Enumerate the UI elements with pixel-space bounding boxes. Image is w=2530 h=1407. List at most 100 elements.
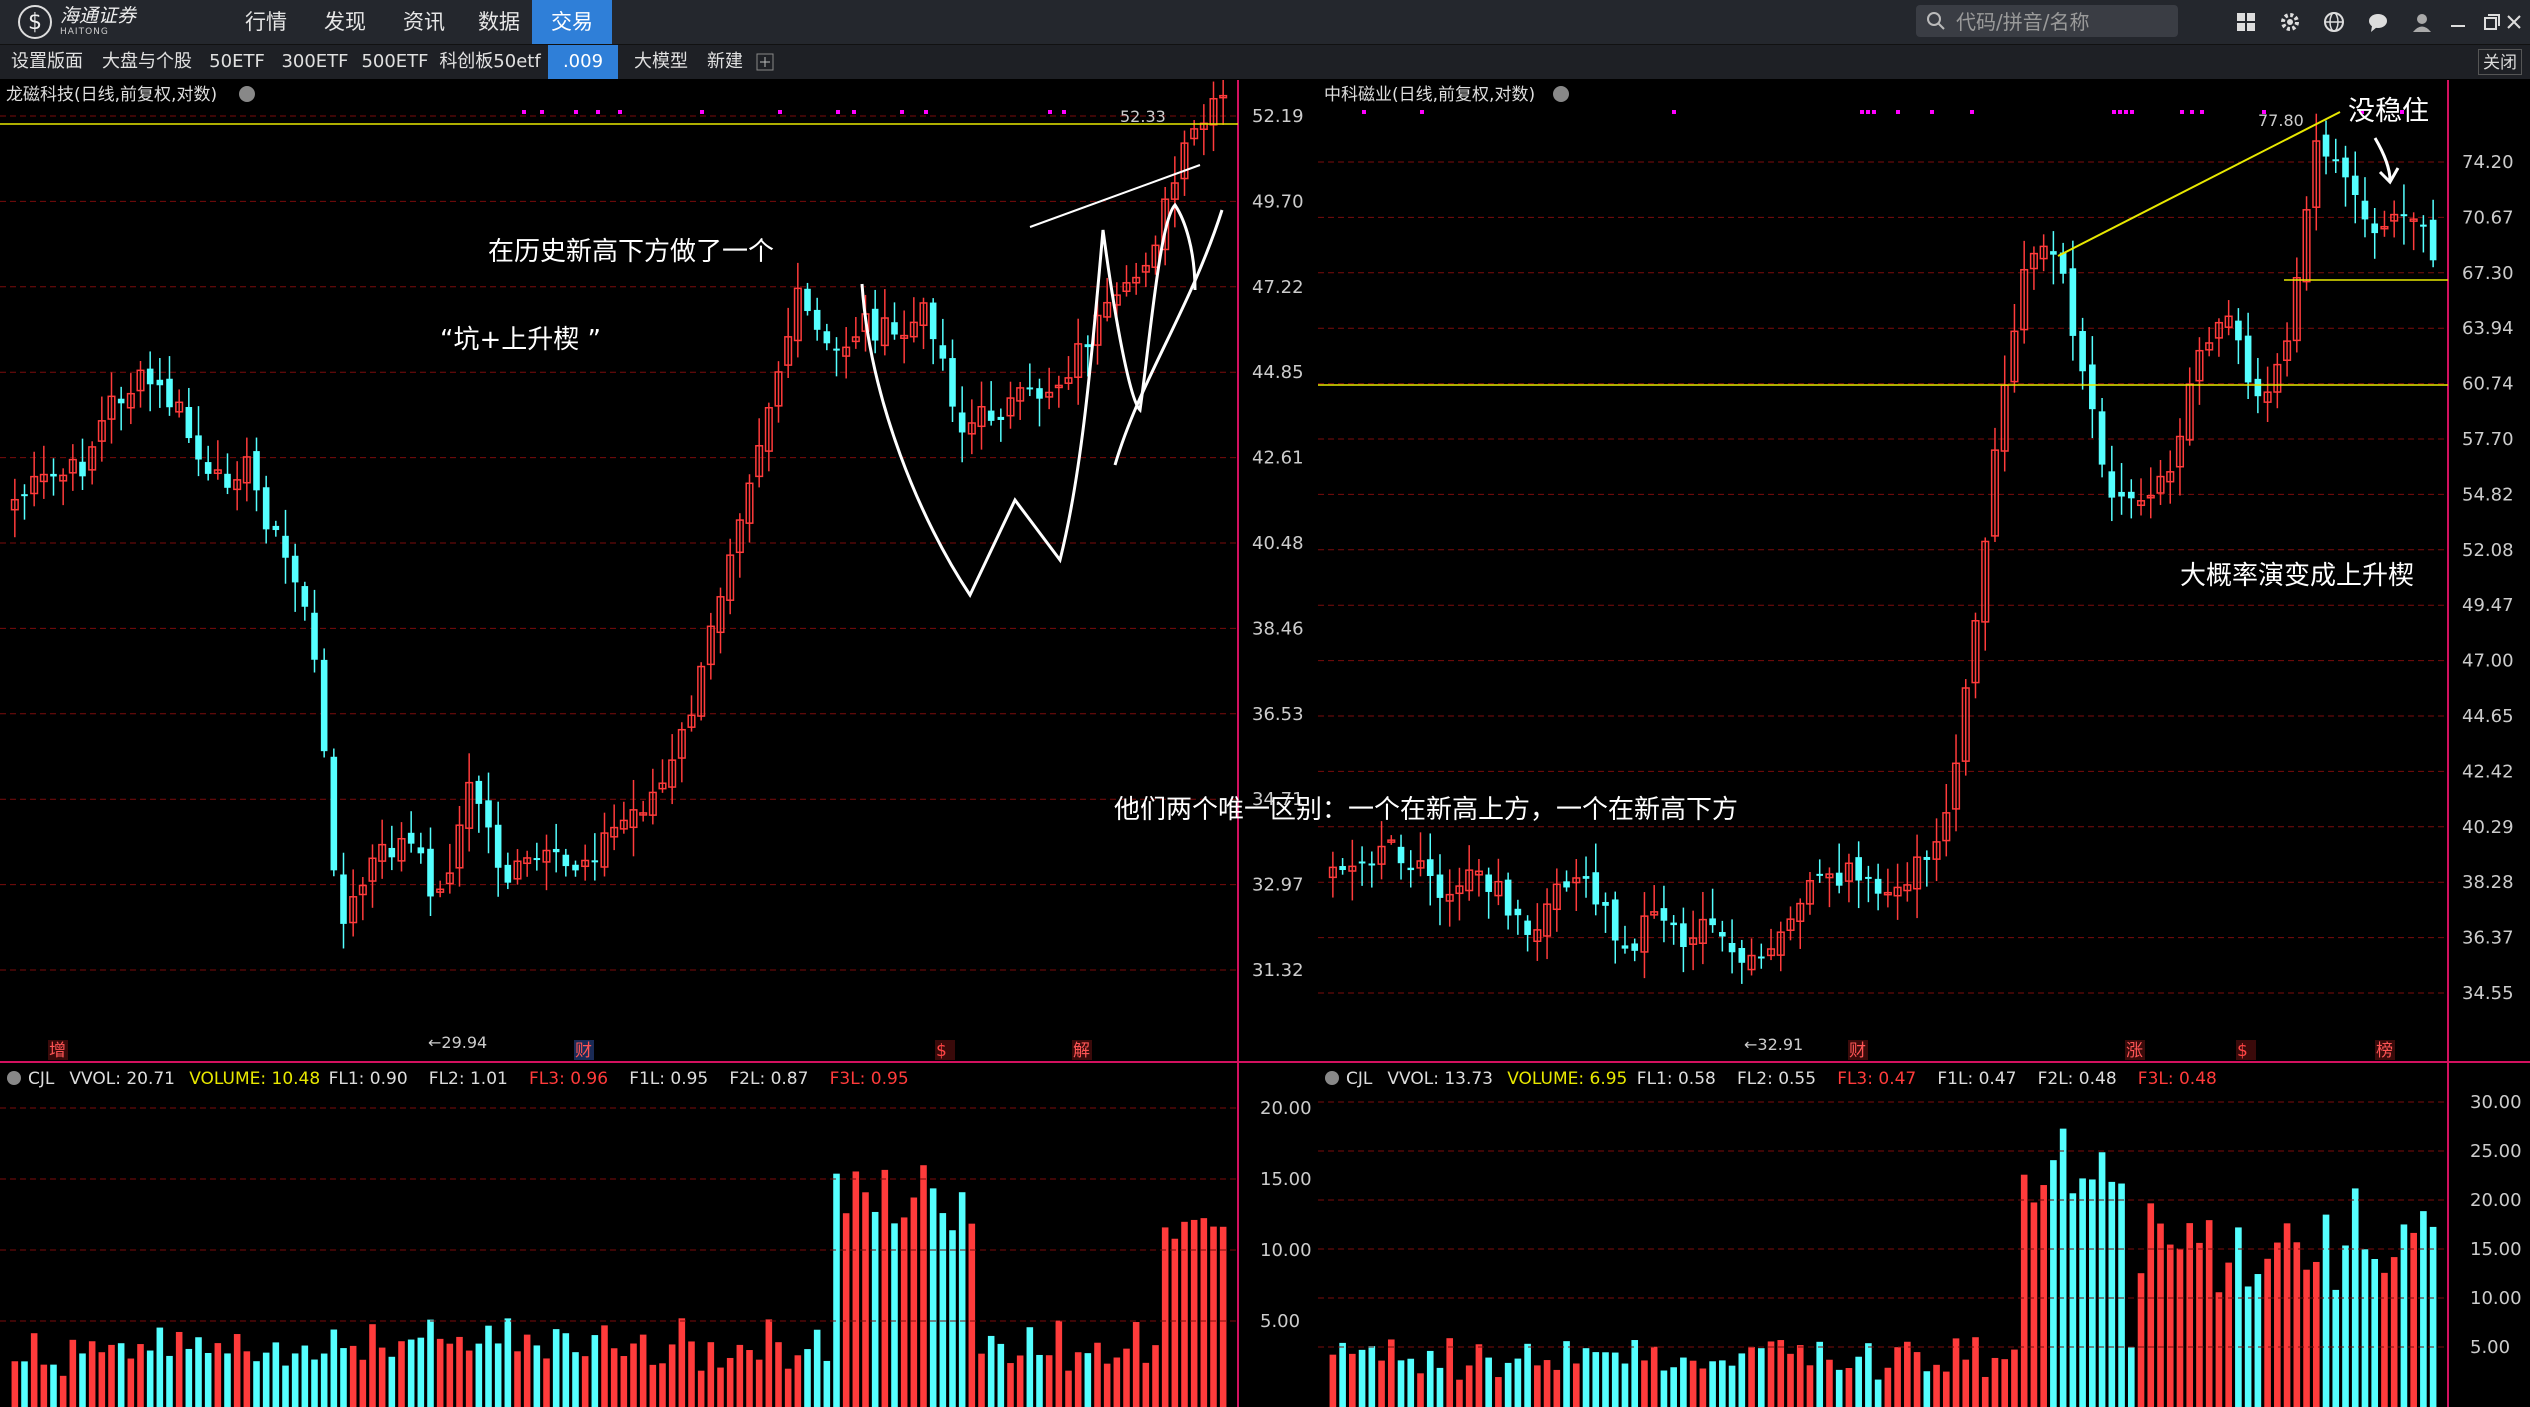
right-y-tick: 47.00 [2462, 651, 2514, 672]
candle-body [997, 416, 1005, 420]
candle-body [1485, 874, 1492, 892]
left-kline-panel[interactable]: 龙磁科技(日线,前复权,对数) 52.19 49.70 47.22 44.85 42.61… [0, 80, 1318, 1407]
left-y-tick: 32.97 [1252, 875, 1304, 896]
volume-bar [1074, 1352, 1082, 1407]
right-y-tick: 60.74 [2462, 374, 2514, 395]
volume-bar [195, 1337, 202, 1407]
nav-tab-2[interactable]: 资讯 [384, 0, 464, 44]
volume-bar [1719, 1360, 1726, 1407]
left-y-tick: 40.48 [1252, 533, 1304, 554]
candle-body [1358, 861, 1366, 864]
toolbar-item-8[interactable]: 新建 [703, 45, 747, 79]
signal-marker [1420, 110, 1424, 114]
volume-bar [862, 1192, 869, 1407]
left-volume-settings-icon[interactable] [7, 1071, 21, 1085]
volume-bar [572, 1352, 579, 1407]
volume-bar [1884, 1367, 1892, 1407]
volume-indicator-value: FL3: 0.47 [1837, 1069, 1916, 1089]
toolbar-item-6[interactable]: .009 [548, 45, 618, 79]
candle-body [1436, 874, 1444, 898]
search-box[interactable] [1916, 5, 2178, 37]
user-icon[interactable] [2408, 8, 2436, 36]
volume-bar [504, 1318, 512, 1407]
toolbar-item-2[interactable]: 50ETF [204, 45, 270, 79]
right-volume-settings-icon[interactable] [1325, 1071, 1339, 1085]
brand-logo[interactable]: $ 海通证券 HAITONG [18, 4, 136, 40]
volume-bar [1796, 1345, 1804, 1407]
volume-bar [775, 1342, 782, 1407]
volume-bar [514, 1351, 521, 1407]
volume-bar [21, 1361, 28, 1407]
volume-bar [1065, 1370, 1072, 1407]
volume-bar [1378, 1360, 1385, 1407]
nav-tab-3[interactable]: 数据 [464, 0, 534, 44]
volume-bar [1962, 1359, 1970, 1407]
toolbar-item-1[interactable]: 大盘与个股 [94, 45, 200, 79]
volume-bar [1748, 1346, 1755, 1407]
volume-bar [678, 1318, 686, 1407]
signal-marker [1930, 110, 1934, 114]
volume-indicator-value: FL1: 0.90 [329, 1069, 408, 1089]
volume-bar [1952, 1338, 1960, 1407]
volume-bar [1835, 1369, 1843, 1407]
minimize-icon[interactable] [2444, 8, 2472, 36]
gear-icon[interactable] [2276, 8, 2304, 36]
volume-bar [427, 1319, 434, 1407]
pit-drawing [860, 202, 1197, 599]
volume-bar [929, 1188, 937, 1407]
search-input[interactable] [1954, 9, 2168, 35]
nav-tab-1[interactable]: 发现 [306, 0, 384, 44]
toolbar-item-0[interactable]: 设置版面 [4, 45, 90, 79]
nav-tab-0[interactable]: 行情 [226, 0, 306, 44]
right-chart-settings-icon[interactable] [1553, 86, 1569, 102]
right-kline-panel[interactable]: 中科磁业(日线,前复权,对数) 74.20 70.67 67.30 63.94 60.74… [1318, 80, 2530, 1407]
candle-body [166, 378, 173, 408]
volume-bar [2361, 1249, 2369, 1407]
candle-body [552, 848, 560, 853]
signal-marker [1872, 110, 1876, 114]
volume-bar [794, 1355, 802, 1407]
volume-bar [1113, 1357, 1121, 1407]
nav-tab-4[interactable]: 交易 [532, 0, 612, 44]
volume-bar [2410, 1232, 2417, 1407]
candle-body [2050, 251, 2057, 255]
volume-bar [1387, 1339, 1395, 1407]
left-y-tick: 49.70 [1252, 191, 1304, 212]
grid-layout-icon[interactable] [2232, 8, 2260, 36]
right-volume-tick: 5.00 [2470, 1337, 2510, 1358]
right-y-tick: 44.65 [2462, 706, 2514, 727]
candle-body [2079, 331, 2086, 372]
logo-icon: $ [18, 5, 52, 39]
volume-bar [997, 1343, 1005, 1407]
candle-body [1504, 879, 1512, 916]
volume-bar [949, 1230, 956, 1407]
volume-bar [1026, 1327, 1034, 1407]
right-volume-panel[interactable]: CJL VVOL: 13.73 VOLUME: 6.95 FL1: 0.58 FL2: … [1318, 1069, 2522, 1407]
volume-bar [1757, 1348, 1765, 1407]
volume-bar [69, 1339, 77, 1407]
volume-bar [1806, 1365, 1814, 1407]
add-tab-icon[interactable] [755, 45, 775, 79]
toolbar-item-3[interactable]: 300ETF [278, 45, 352, 79]
toolbar-item-7[interactable]: 大模型 [628, 45, 694, 79]
left-chart-settings-icon[interactable] [239, 86, 255, 102]
volume-bar [1465, 1365, 1473, 1407]
close-window-icon[interactable] [2500, 8, 2528, 36]
left-volume-panel[interactable]: CJL VVOL: 20.71 VOLUME: 10.48 FL1: 0.90 FL2:… [0, 1069, 1312, 1407]
candle-body [185, 406, 193, 439]
close-layout-button[interactable]: 关闭 [2478, 49, 2522, 75]
globe-icon[interactable] [2320, 8, 2348, 36]
volume-bar [156, 1327, 164, 1407]
right-volume-tick: 15.00 [2470, 1239, 2522, 1260]
toolbar-item-4[interactable]: 500ETF [358, 45, 432, 79]
chat-icon[interactable] [2364, 8, 2392, 36]
volume-bar [1592, 1352, 1600, 1407]
volume-bar [1582, 1348, 1590, 1407]
volume-bar [2274, 1242, 2281, 1407]
volume-bar [1514, 1358, 1522, 1407]
candle-body [823, 331, 831, 344]
volume-indicator-value: F3L: 0.95 [830, 1069, 909, 1089]
toolbar-item-5[interactable]: 科创板50etf [436, 45, 544, 79]
volume-indicator-value: F1L: 0.95 [629, 1069, 708, 1089]
volume-bar [2157, 1223, 2164, 1407]
